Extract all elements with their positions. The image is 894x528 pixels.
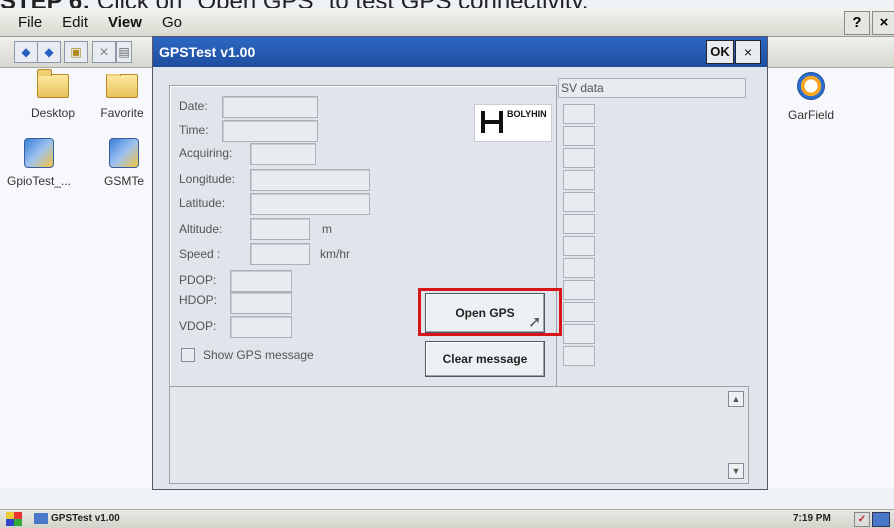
sv-cell bbox=[563, 148, 595, 168]
forward-icon[interactable]: ◆ bbox=[37, 41, 61, 63]
sv-cell bbox=[563, 170, 595, 190]
longitude-field[interactable] bbox=[250, 169, 370, 191]
garfield-icon bbox=[797, 72, 825, 100]
back-icon[interactable]: ◆ bbox=[14, 41, 38, 63]
network-icon[interactable]: ✓ bbox=[854, 512, 870, 527]
desktop-folder[interactable]: Desktop bbox=[18, 69, 88, 120]
gpiotest-app-label: GpioTest_... bbox=[6, 174, 72, 188]
menu-view[interactable]: View bbox=[106, 14, 144, 31]
latitude-label: Latitude: bbox=[179, 196, 226, 210]
altitude-unit: m bbox=[322, 222, 332, 236]
sv-data-header: SV data bbox=[558, 78, 746, 98]
latitude-field[interactable] bbox=[250, 193, 370, 215]
garfield-app[interactable]: GarField bbox=[776, 72, 846, 122]
sv-cell bbox=[563, 192, 595, 212]
sv-cell bbox=[563, 214, 595, 234]
taskbar-task-label: GPSTest v1.00 bbox=[51, 513, 120, 524]
gsmtest-app-label: GSMTe bbox=[103, 174, 144, 188]
vdop-field[interactable] bbox=[230, 316, 292, 338]
app-icon bbox=[109, 138, 139, 168]
sv-cell bbox=[563, 346, 595, 366]
folder-up-icon[interactable]: ▣ bbox=[64, 41, 88, 63]
menu-file[interactable]: File bbox=[16, 14, 44, 31]
speed-field[interactable] bbox=[250, 243, 310, 265]
sv-cell bbox=[563, 126, 595, 146]
window-close-button[interactable]: × bbox=[872, 11, 894, 35]
pdop-field[interactable] bbox=[230, 270, 292, 292]
dialog-close-button[interactable]: × bbox=[735, 40, 761, 64]
menu-edit[interactable]: Edit bbox=[60, 14, 90, 31]
clock: 7:19 PM bbox=[793, 513, 831, 524]
acquiring-field[interactable] bbox=[250, 143, 316, 165]
speed-unit: km/hr bbox=[320, 247, 350, 261]
date-field[interactable] bbox=[222, 96, 318, 118]
hdop-label: HDOP: bbox=[179, 293, 218, 307]
sv-cell bbox=[563, 302, 595, 322]
date-label: Date: bbox=[179, 99, 208, 113]
gpiotest-app[interactable]: GpioTest_... bbox=[4, 138, 74, 188]
speed-label: Speed : bbox=[179, 247, 221, 261]
app-icon bbox=[24, 138, 54, 168]
sv-cell bbox=[563, 236, 595, 256]
acquiring-label: Acquiring: bbox=[179, 146, 233, 160]
clear-message-button[interactable]: Clear message bbox=[425, 341, 545, 377]
taskbar: GPSTest v1.00 7:19 PM ✓ bbox=[0, 509, 894, 528]
gpstest-dialog: GPSTest v1.00 OK × Date: Time: Acquiring… bbox=[152, 36, 768, 490]
gps-message-box[interactable]: ▲ ▼ bbox=[169, 386, 749, 484]
menu-bar: File Edit View Go ? × bbox=[0, 8, 894, 37]
ok-button[interactable]: OK bbox=[706, 40, 734, 64]
folder-icon bbox=[106, 74, 138, 98]
pdop-label: PDOP: bbox=[179, 273, 217, 287]
hdop-field[interactable] bbox=[230, 292, 292, 314]
altitude-label: Altitude: bbox=[179, 222, 223, 236]
longitude-label: Longitude: bbox=[179, 172, 236, 186]
properties-icon[interactable]: ▤ bbox=[116, 41, 132, 63]
scroll-down-icon[interactable]: ▼ bbox=[728, 463, 744, 479]
sv-cell bbox=[563, 280, 595, 300]
altitude-field[interactable] bbox=[250, 218, 310, 240]
gsmtest-app[interactable]: GSMTe bbox=[96, 138, 152, 188]
desktop-folder-label: Desktop bbox=[30, 106, 76, 120]
dialog-title: GPSTest v1.00 bbox=[153, 37, 767, 67]
delete-icon[interactable]: ✕ bbox=[92, 41, 116, 63]
time-label: Time: bbox=[179, 123, 209, 137]
sv-cell bbox=[563, 104, 595, 124]
help-button[interactable]: ? bbox=[844, 11, 870, 35]
scroll-up-icon[interactable]: ▲ bbox=[728, 391, 744, 407]
cursor-icon: ➚ bbox=[528, 314, 542, 331]
taskbar-gpstest[interactable]: GPSTest v1.00 bbox=[34, 511, 120, 526]
desktop-icon[interactable] bbox=[872, 512, 890, 527]
vdop-label: VDOP: bbox=[179, 319, 217, 333]
app-icon bbox=[34, 512, 48, 524]
menu-go[interactable]: Go bbox=[160, 14, 184, 31]
sv-cell bbox=[563, 258, 595, 278]
garfield-app-label: GarField bbox=[787, 108, 834, 122]
folder-icon bbox=[37, 69, 69, 98]
logo-text: BOLYHIN bbox=[507, 109, 547, 119]
sv-cell bbox=[563, 324, 595, 344]
favorites-folder-label: Favorite bbox=[100, 106, 144, 120]
bolyhin-logo-icon bbox=[481, 111, 503, 133]
start-icon[interactable] bbox=[6, 512, 22, 526]
bolyhin-logo: BOLYHIN bbox=[474, 104, 552, 142]
time-field[interactable] bbox=[222, 120, 318, 142]
show-gps-message-checkbox[interactable] bbox=[181, 348, 195, 362]
favorites-folder[interactable]: Favorite bbox=[92, 74, 152, 120]
show-gps-message-label: Show GPS message bbox=[203, 348, 314, 362]
